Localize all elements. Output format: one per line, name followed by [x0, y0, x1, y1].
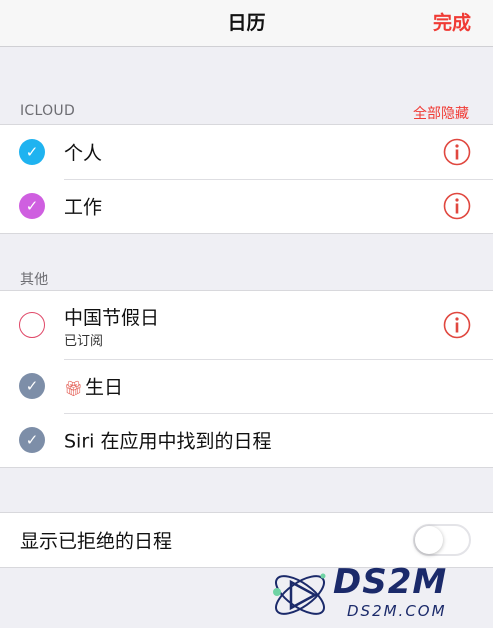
page-title: 日历 — [227, 12, 266, 34]
siri-events-checkmark-icon[interactable]: ✓ — [19, 427, 45, 453]
done-button[interactable]: 完成 — [433, 8, 471, 35]
china-holidays-unchecked-icon[interactable] — [19, 312, 45, 338]
declined-events-group: 显示已拒绝的日程 — [0, 512, 493, 568]
show-declined-row: 显示已拒绝的日程 — [0, 513, 493, 567]
toggle-knob — [415, 526, 443, 554]
calendar-row-china-holidays[interactable]: 中国节假日 已订阅 — [0, 291, 493, 359]
calendar-name: 生日 — [85, 376, 124, 399]
calendar-name: 工作 — [64, 196, 103, 219]
calendar-row-birthdays[interactable]: ✓ 🎁︎ 生日 — [0, 359, 493, 413]
calendar-row-work[interactable]: ✓ 工作 — [0, 179, 493, 233]
icloud-section-header: ICLOUD 全部隐藏 — [0, 96, 493, 126]
calendar-name-with-icon: 🎁︎ 生日 — [64, 373, 123, 400]
subscribed-label: 已订阅 — [64, 334, 104, 349]
hide-all-button[interactable]: 全部隐藏 — [413, 103, 469, 123]
other-section-header: 其他 — [0, 262, 493, 292]
show-declined-label: 显示已拒绝的日程 — [20, 530, 173, 553]
other-calendar-list: 中国节假日 已订阅 ✓ 🎁︎ 生日 ✓ Siri 在应用中找到的日程 — [0, 290, 493, 468]
calendar-name: 中国节假日 — [64, 307, 160, 329]
work-checkmark-icon[interactable]: ✓ — [19, 193, 45, 219]
info-icon[interactable] — [443, 192, 471, 220]
icloud-header-label: ICLOUD — [20, 103, 76, 119]
watermark-logo-text: DS2M — [333, 562, 448, 602]
watermark: DS2M DS2M.COM — [255, 562, 493, 628]
show-declined-toggle[interactable] — [413, 524, 471, 556]
calendar-name: Siri 在应用中找到的日程 — [64, 430, 272, 453]
info-icon[interactable] — [443, 138, 471, 166]
personal-checkmark-icon[interactable]: ✓ — [19, 139, 45, 165]
birthdays-checkmark-icon[interactable]: ✓ — [19, 373, 45, 399]
calendar-name: 个人 — [64, 142, 103, 165]
other-header-label: 其他 — [20, 272, 49, 288]
navigation-bar: 日历 完成 — [0, 0, 493, 47]
watermark-logo-icon — [273, 573, 326, 615]
gift-icon: 🎁︎ — [64, 379, 84, 398]
icloud-calendar-list: ✓ 个人 ✓ 工作 — [0, 124, 493, 234]
calendar-row-personal[interactable]: ✓ 个人 — [0, 125, 493, 179]
watermark-url: DS2M.COM — [347, 602, 447, 620]
info-icon[interactable] — [443, 311, 471, 339]
calendar-row-siri-events[interactable]: ✓ Siri 在应用中找到的日程 — [0, 413, 493, 467]
